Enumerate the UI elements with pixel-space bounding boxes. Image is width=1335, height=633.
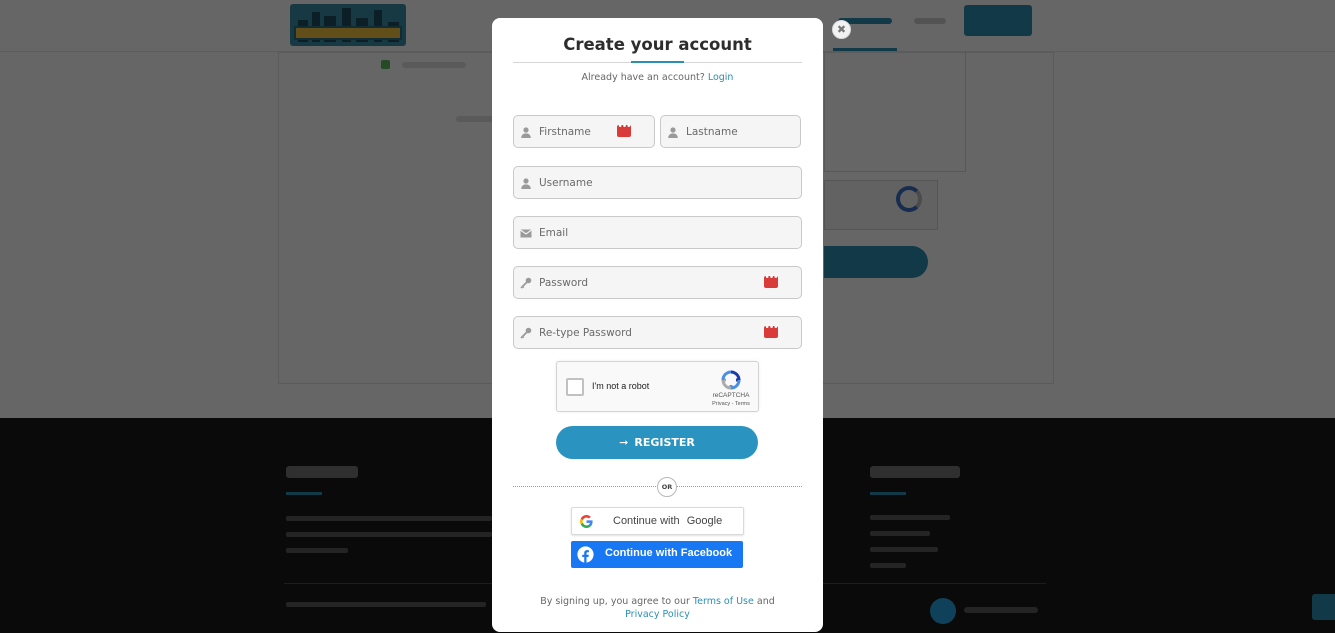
password-manager-key-icon[interactable] [764, 323, 778, 338]
username-input[interactable] [539, 167, 766, 198]
google-label-prefix: Continue with [613, 515, 683, 527]
recaptcha-checkbox[interactable] [566, 378, 584, 396]
login-prompt-text: Already have an account? [581, 72, 705, 83]
or-divider-badge: OR [657, 477, 677, 497]
register-button[interactable]: ➞ REGISTER [556, 426, 758, 459]
user-icon [521, 178, 531, 189]
terms-conjunction: and [756, 596, 775, 607]
google-label-brand: Google [686, 515, 723, 527]
recaptcha-label: I'm not a robot [592, 381, 650, 391]
continue-with-google-button[interactable]: Continue with Google [571, 507, 744, 535]
email-input[interactable] [539, 217, 766, 248]
retype-password-input[interactable] [539, 317, 766, 348]
recaptcha-links[interactable]: Privacy - Terms [705, 401, 757, 407]
firstname-input[interactable] [539, 116, 619, 147]
login-link[interactable]: Login [708, 72, 734, 83]
key-icon [520, 327, 532, 339]
password-manager-key-icon[interactable] [764, 273, 778, 288]
lastname-input[interactable] [686, 116, 765, 147]
signup-modal: Create your account Already have an acco… [492, 18, 823, 632]
modal-title: Create your account [563, 35, 752, 54]
recaptcha-brand: reCAPTCHA [712, 392, 750, 399]
username-field[interactable] [513, 166, 802, 199]
envelope-icon [520, 229, 532, 238]
key-icon [520, 277, 532, 289]
password-manager-key-icon[interactable] [617, 122, 631, 137]
lastname-field[interactable] [660, 115, 801, 148]
terms-notice: By signing up, you agree to our Terms of… [492, 595, 823, 621]
recaptcha-logo-icon [721, 370, 741, 390]
user-icon [668, 127, 678, 138]
terms-prefix: By signing up, you agree to our [540, 596, 690, 607]
google-label: Continue with Google [613, 515, 722, 527]
register-label: REGISTER [634, 436, 695, 449]
password-input[interactable] [539, 267, 766, 298]
continue-with-facebook-button[interactable]: Continue with Facebook [571, 541, 743, 568]
retype-password-field[interactable] [513, 316, 802, 349]
title-accent-bar [631, 61, 684, 63]
facebook-icon [577, 546, 594, 563]
password-field[interactable] [513, 266, 802, 299]
sign-in-arrow-icon: ➞ [619, 436, 629, 449]
user-icon [521, 127, 531, 138]
email-field[interactable] [513, 216, 802, 249]
firstname-field[interactable] [513, 115, 655, 148]
facebook-label: Continue with Facebook [605, 547, 733, 559]
privacy-policy-link[interactable]: Privacy Policy [625, 609, 690, 620]
recaptcha-widget: I'm not a robot reCAPTCHA Privacy - Term… [556, 361, 759, 412]
terms-of-use-link[interactable]: Terms of Use [693, 596, 754, 607]
google-icon [580, 515, 593, 528]
login-prompt: Already have an account? Login [492, 72, 823, 83]
close-icon[interactable]: ✖ [832, 20, 851, 39]
